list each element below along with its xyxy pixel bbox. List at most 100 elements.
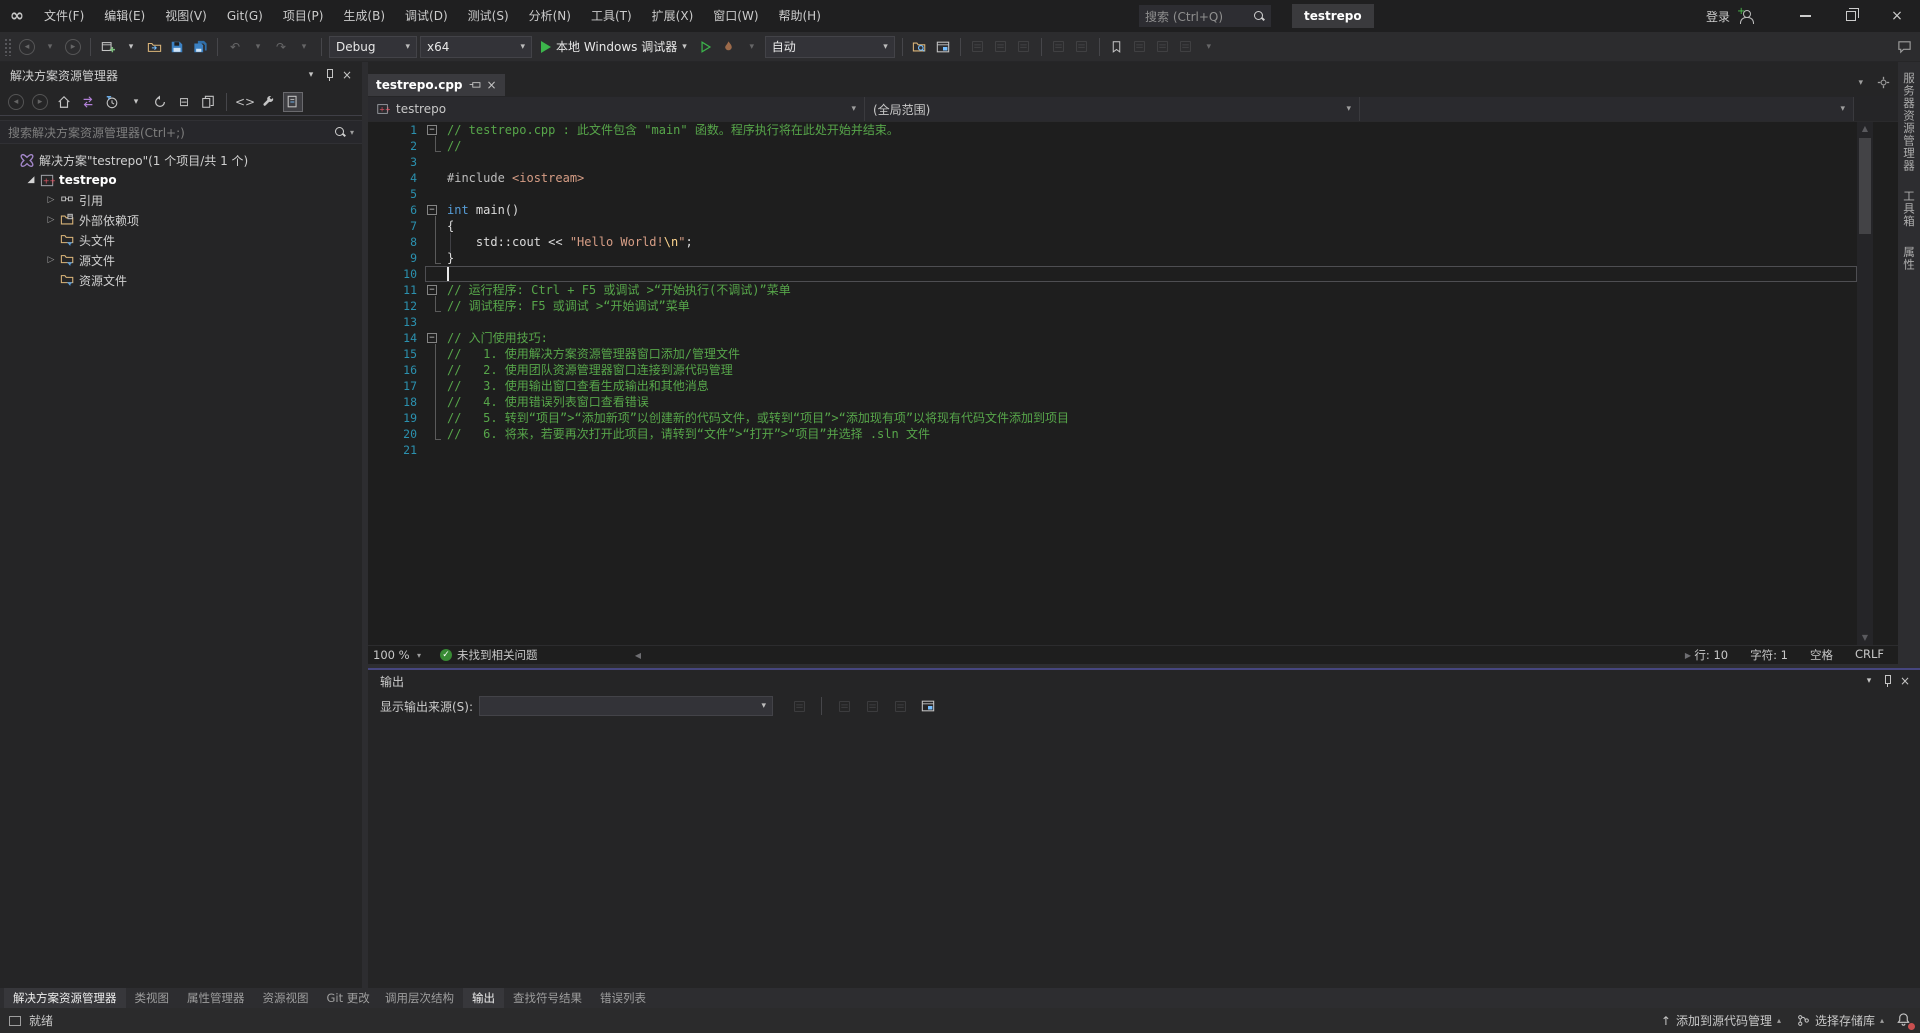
panel-tab-left-3[interactable]: 属性管理器 bbox=[178, 988, 254, 1008]
solution-explorer-search-input[interactable]: 搜索解决方案资源管理器(Ctrl+;) ▾ bbox=[0, 120, 362, 144]
code-line-8[interactable]: 8 std::cout << "Hello World!\n"; bbox=[368, 234, 1898, 250]
close-panel-icon[interactable]: × bbox=[338, 66, 356, 84]
code-line-4[interactable]: 4#include <iostream> bbox=[368, 170, 1898, 186]
previous-bookmark-icon[interactable] bbox=[1130, 35, 1150, 59]
copy-reference-icon[interactable] bbox=[1014, 35, 1034, 59]
code-line-13[interactable]: 13 bbox=[368, 314, 1898, 330]
output-source-dropdown[interactable]: ▾ bbox=[479, 696, 773, 716]
fold-collapse-icon[interactable]: − bbox=[427, 285, 437, 295]
code-line-20[interactable]: 20// 6. 将来，若要再次打开此项目，请转到“文件”>“打开”>“项目”并选… bbox=[368, 426, 1898, 442]
pin-icon[interactable] bbox=[320, 66, 338, 84]
menu-item-10[interactable]: 工具(T) bbox=[581, 0, 642, 32]
maximize-button[interactable] bbox=[1828, 0, 1874, 32]
feedback-icon[interactable] bbox=[1897, 39, 1912, 54]
platform-dropdown[interactable]: x64▾ bbox=[420, 36, 532, 58]
output-pin-window-icon[interactable] bbox=[918, 696, 938, 716]
menu-item-4[interactable]: Git(G) bbox=[217, 0, 273, 32]
se-properties-icon[interactable] bbox=[259, 92, 279, 112]
menu-item-9[interactable]: 分析(N) bbox=[519, 0, 581, 32]
zoom-level-dropdown[interactable]: 100 % ▾ bbox=[368, 646, 426, 665]
output-clear-all-icon[interactable] bbox=[834, 696, 854, 716]
nav-forward-icon[interactable]: ▸ bbox=[63, 35, 83, 59]
menu-item-13[interactable]: 帮助(H) bbox=[769, 0, 831, 32]
account-icon[interactable]: + bbox=[1738, 9, 1754, 23]
code-line-12[interactable]: 12// 调试程序: F5 或调试 >“开始调试”菜单 bbox=[368, 298, 1898, 314]
panel-tab-left-2[interactable]: 类视图 bbox=[126, 988, 179, 1008]
fold-collapse-icon[interactable]: − bbox=[427, 205, 437, 215]
se-forward-icon[interactable]: ▸ bbox=[30, 92, 50, 112]
expand-arrow-icon[interactable]: ▷ bbox=[44, 215, 58, 225]
hot-reload-icon[interactable] bbox=[719, 35, 739, 59]
menu-item-3[interactable]: 视图(V) bbox=[155, 0, 217, 32]
sign-in-button[interactable]: 登录 bbox=[1706, 8, 1730, 25]
panel-tab-bottom-3[interactable]: 查找符号结果 bbox=[504, 988, 591, 1008]
menu-item-12[interactable]: 窗口(W) bbox=[703, 0, 768, 32]
panel-tab-bottom-2[interactable]: 输出 bbox=[463, 988, 504, 1008]
code-line-11[interactable]: 11−// 运行程序: Ctrl + F5 或调试 >“开始执行(不调试)”菜单 bbox=[368, 282, 1898, 298]
autohide-tab-3[interactable]: 属性 bbox=[1901, 246, 1917, 271]
undo-icon[interactable]: ↶ bbox=[225, 35, 245, 59]
save-all-icon[interactable] bbox=[190, 35, 210, 59]
type-scope-dropdown[interactable]: (全局范围) ▾ bbox=[865, 97, 1360, 121]
background-tasks-icon[interactable] bbox=[9, 1016, 21, 1026]
se-home-icon[interactable] bbox=[54, 92, 74, 112]
se-sync-selection-icon[interactable] bbox=[198, 92, 218, 112]
add-to-source-control-button[interactable]: ↑ 添加到源代码管理 ▴ bbox=[1657, 1008, 1785, 1033]
code-line-18[interactable]: 18// 4. 使用错误列表窗口查看错误 bbox=[368, 394, 1898, 410]
next-bookmark-icon[interactable] bbox=[1153, 35, 1173, 59]
code-line-6[interactable]: 6−int main() bbox=[368, 202, 1898, 218]
window-position-dropdown-icon[interactable]: ▾ bbox=[302, 66, 320, 84]
se-refresh-icon[interactable] bbox=[150, 92, 170, 112]
select-repository-button[interactable]: 选择存储库 ▴ bbox=[1793, 1008, 1888, 1033]
code-line-14[interactable]: 14−// 入门使用技巧: bbox=[368, 330, 1898, 346]
code-line-1[interactable]: 1−// testrepo.cpp : 此文件包含 "main" 函数。程序执行… bbox=[368, 122, 1898, 138]
code-line-9[interactable]: 9} bbox=[368, 250, 1898, 266]
se-collapse-all-icon[interactable]: ⊟ bbox=[174, 92, 194, 112]
undo-dropdown[interactable]: ▾ bbox=[248, 35, 268, 59]
code-line-21[interactable]: 21 bbox=[368, 442, 1898, 458]
start-debugging-button[interactable]: 本地 Windows 调试器▾ bbox=[535, 35, 693, 59]
save-icon[interactable] bbox=[167, 35, 187, 59]
redo-icon[interactable]: ↷ bbox=[271, 35, 291, 59]
code-line-7[interactable]: 7{ bbox=[368, 218, 1898, 234]
output-find-message-icon[interactable] bbox=[789, 696, 809, 716]
close-button[interactable]: × bbox=[1874, 0, 1920, 32]
menu-item-2[interactable]: 编辑(E) bbox=[94, 0, 155, 32]
tree-item-2[interactable]: ◢++testrepo bbox=[0, 170, 362, 190]
output-close-icon[interactable]: × bbox=[1896, 672, 1914, 690]
code-editor[interactable]: 1−// testrepo.cpp : 此文件包含 "main" 函数。程序执行… bbox=[368, 122, 1898, 645]
output-autoscroll-icon[interactable] bbox=[890, 696, 910, 716]
menu-item-1[interactable]: 文件(F) bbox=[34, 0, 94, 32]
panel-tab-bottom-4[interactable]: 错误列表 bbox=[591, 988, 655, 1008]
tree-item-7[interactable]: 资源文件 bbox=[0, 270, 362, 290]
output-pin-icon[interactable] bbox=[1878, 672, 1896, 690]
code-line-3[interactable]: 3 bbox=[368, 154, 1898, 170]
open-file-icon[interactable] bbox=[144, 35, 164, 59]
tab-close-icon[interactable]: × bbox=[487, 78, 497, 92]
panel-tab-left-4[interactable]: 资源视图 bbox=[254, 988, 318, 1008]
indentation-indicator[interactable]: 空格 bbox=[1810, 647, 1833, 663]
nav-backward-dropdown[interactable]: ▾ bbox=[40, 35, 60, 59]
output-content[interactable] bbox=[368, 722, 1920, 988]
expand-arrow-icon[interactable]: ◢ bbox=[24, 175, 38, 185]
se-filter-dropdown[interactable]: ▾ bbox=[126, 92, 146, 112]
panel-tab-left-5[interactable]: Git 更改 bbox=[318, 988, 379, 1008]
configuration-dropdown[interactable]: Debug▾ bbox=[329, 36, 417, 58]
se-pending-changes-filter-icon[interactable] bbox=[102, 92, 122, 112]
scrollbar-thumb[interactable] bbox=[1859, 138, 1871, 234]
editor-options-gear-icon[interactable] bbox=[1877, 76, 1890, 89]
se-switch-views-icon[interactable] bbox=[78, 92, 98, 112]
search-options-dropdown-icon[interactable]: ▾ bbox=[350, 128, 354, 137]
autohide-tab-1[interactable]: 服务器资源管理器 bbox=[1901, 72, 1917, 172]
notifications-bell-icon[interactable] bbox=[1896, 1012, 1914, 1030]
scroll-up-icon[interactable]: ▲ bbox=[1857, 122, 1873, 136]
hot-reload-dropdown[interactable]: ▾ bbox=[742, 35, 762, 59]
code-line-2[interactable]: 2// bbox=[368, 138, 1898, 154]
new-project-dropdown[interactable]: ▾ bbox=[121, 35, 141, 59]
indent-decrease-icon[interactable] bbox=[1049, 35, 1069, 59]
menu-item-11[interactable]: 扩展(X) bbox=[642, 0, 704, 32]
editor-horizontal-scrollbar[interactable]: ◀ ▶ bbox=[632, 648, 1694, 663]
minimize-button[interactable] bbox=[1782, 0, 1828, 32]
toggle-bookmark-icon[interactable] bbox=[1107, 35, 1127, 59]
code-line-16[interactable]: 16// 2. 使用团队资源管理器窗口连接到源代码管理 bbox=[368, 362, 1898, 378]
